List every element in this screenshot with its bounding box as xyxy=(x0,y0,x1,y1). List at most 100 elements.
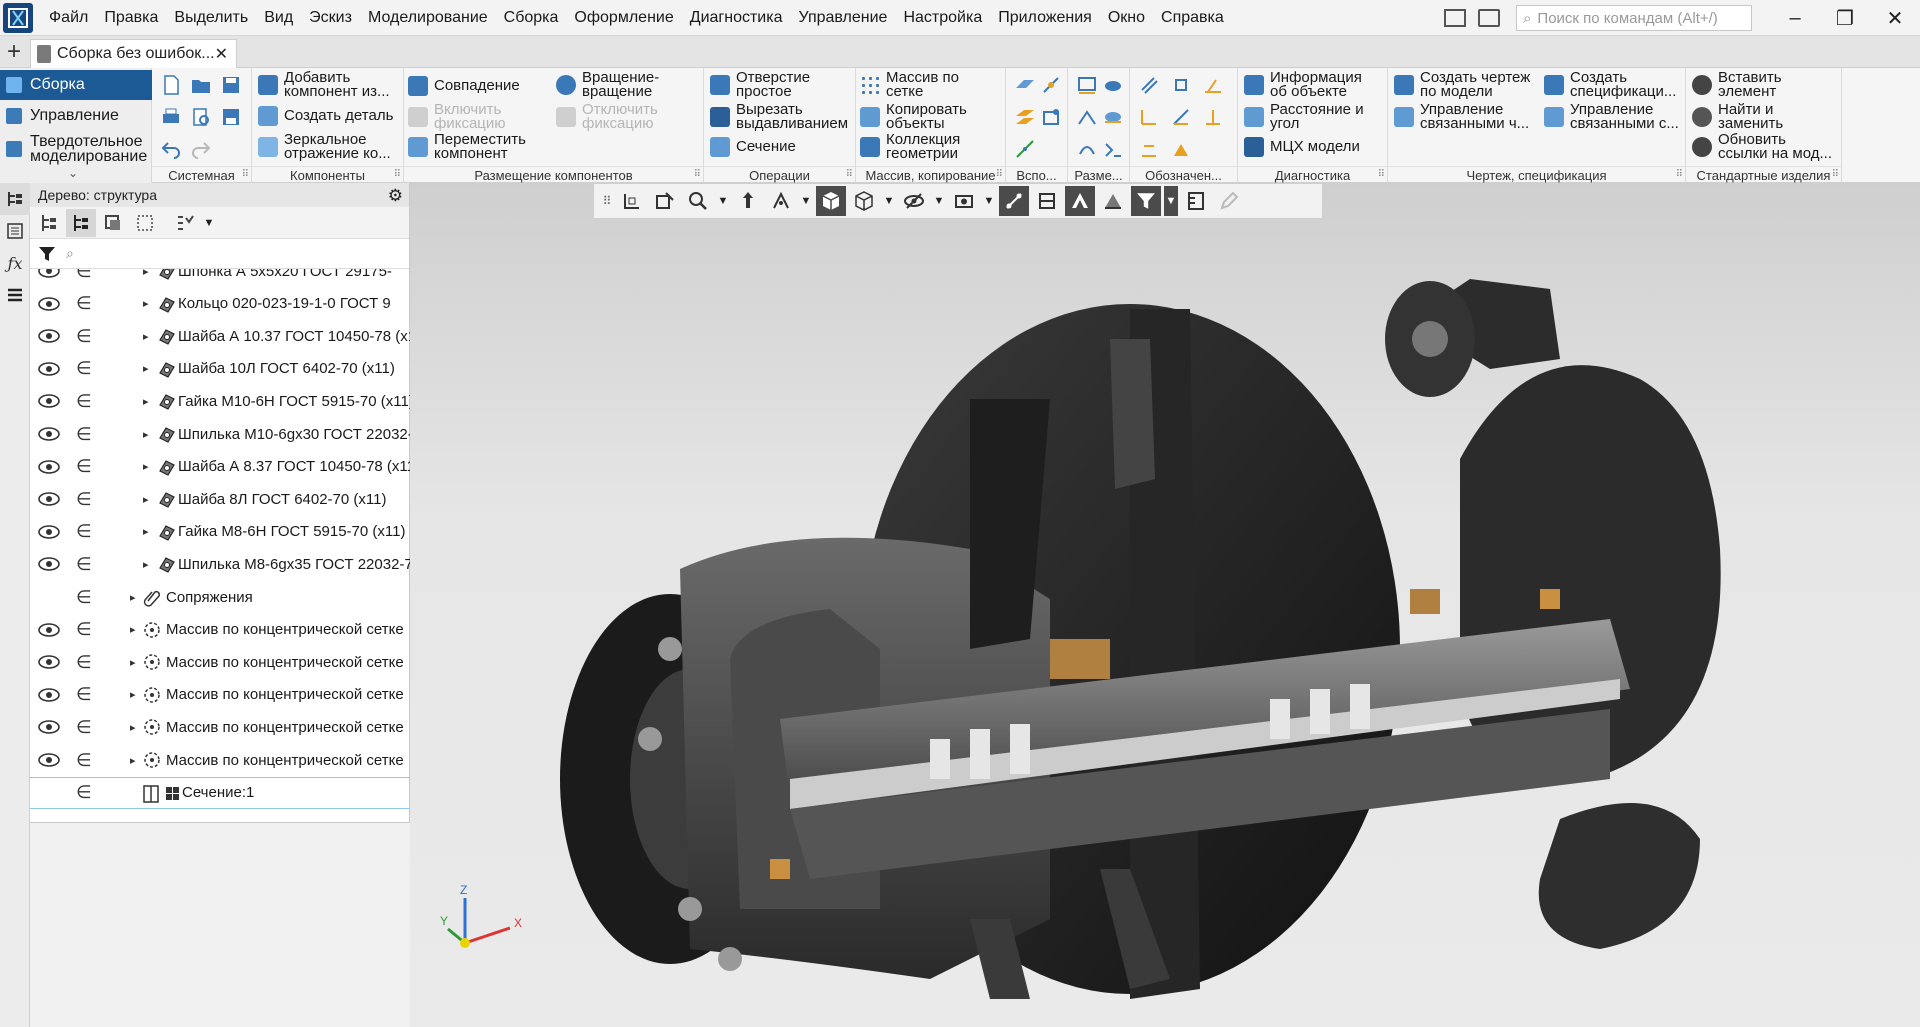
panel-grip-icon[interactable]: ⠿ xyxy=(394,169,401,180)
snap-objects-icon[interactable] xyxy=(999,186,1029,216)
menu-select[interactable]: Выделить xyxy=(166,0,256,36)
menu-management[interactable]: Управление xyxy=(791,0,896,36)
tree-select-icon[interactable] xyxy=(130,209,160,237)
chevron-down-icon[interactable]: ▼ xyxy=(1164,186,1178,216)
menu-applications[interactable]: Приложения xyxy=(990,0,1100,36)
aux-line-icon[interactable] xyxy=(1014,138,1036,160)
panel-layout-icon[interactable] xyxy=(1444,9,1466,27)
orientation-icon[interactable] xyxy=(617,186,647,216)
menu-modeling[interactable]: Моделирование xyxy=(360,0,496,36)
new-tab-button[interactable]: + xyxy=(0,36,28,68)
panel-grip-icon[interactable]: ⠿ xyxy=(1676,169,1683,180)
arc-dimension-icon[interactable] xyxy=(1076,138,1098,160)
eye-visibility-icon[interactable] xyxy=(38,492,60,506)
include-in-calc-icon[interactable]: ∈ xyxy=(76,391,92,412)
minimize-button[interactable]: – xyxy=(1770,0,1820,36)
rotate-view-icon[interactable] xyxy=(766,186,796,216)
weld-icon[interactable] xyxy=(1170,138,1192,160)
expand-arrow-icon[interactable]: ▸ xyxy=(143,525,149,538)
normal-to-icon[interactable] xyxy=(650,186,680,216)
mode-solid-modeling[interactable]: Твердотельное моделирование xyxy=(0,130,152,168)
eye-visibility-icon[interactable] xyxy=(38,329,60,343)
tree-row[interactable]: ∈ ▸ Массив по концентрической сетке xyxy=(30,679,410,711)
tree-row[interactable]: ∈ ▸ Массив по концентрической сетке xyxy=(30,614,410,646)
expand-arrow-icon[interactable]: ▸ xyxy=(130,591,136,604)
app-logo-icon[interactable] xyxy=(3,2,33,33)
create-drawing-button[interactable]: Создать чертеж по модели xyxy=(1394,70,1540,100)
eye-visibility-icon[interactable] xyxy=(38,524,60,539)
chevron-down-icon[interactable]: ▼ xyxy=(932,186,946,216)
base-designation-icon[interactable] xyxy=(1170,74,1192,96)
tree-row[interactable]: ∈ ▸ Шайба А 10.37 ГОСТ 10450-78 (х1 xyxy=(30,320,410,352)
chevron-down-icon[interactable]: ▼ xyxy=(982,186,996,216)
eye-visibility-icon[interactable] xyxy=(38,557,60,572)
tree-filter-mode-icon[interactable] xyxy=(170,209,200,237)
mark-icon[interactable] xyxy=(1138,138,1160,160)
insert-element-button[interactable]: Вставить элемент xyxy=(1692,70,1842,100)
expand-arrow-icon[interactable]: ▸ xyxy=(130,623,136,636)
tree-row[interactable]: ∈ ▸ Массив по концентрической сетке xyxy=(30,744,410,776)
copy-objects-button[interactable]: Копировать объекты xyxy=(860,102,1006,132)
3d-model-assembly[interactable] xyxy=(410,219,1920,1027)
chevron-down-icon[interactable]: ▼ xyxy=(202,209,216,237)
thread-designation-icon[interactable] xyxy=(1138,74,1160,96)
radial-dimension-icon[interactable] xyxy=(1102,74,1124,96)
tree-row[interactable]: ∈ ▸ Шайба А 8.37 ГОСТ 10450-78 (х11 xyxy=(30,451,410,483)
pan-icon[interactable] xyxy=(733,186,763,216)
mode-management[interactable]: Управление xyxy=(0,102,152,130)
expand-arrow-icon[interactable]: ▸ xyxy=(143,395,149,408)
eye-visibility-icon[interactable] xyxy=(38,269,60,278)
move-component-button[interactable]: Переместить компонент xyxy=(408,132,548,162)
find-replace-button[interactable]: Найти и заменить xyxy=(1692,102,1842,132)
menu-file[interactable]: Файл xyxy=(41,0,96,36)
cut-extrude-button[interactable]: Вырезать выдавливанием xyxy=(710,102,860,132)
include-in-calc-icon[interactable]: ∈ xyxy=(76,554,92,575)
filter-icon[interactable] xyxy=(38,245,56,263)
properties-panel-icon[interactable] xyxy=(0,215,30,247)
tree-structure-active-icon[interactable] xyxy=(66,208,96,237)
document-tab[interactable]: Сборка без ошибок... ✕ xyxy=(30,39,237,68)
auto-dimension-icon[interactable] xyxy=(1102,138,1124,160)
expand-arrow-icon[interactable]: ▸ xyxy=(143,362,149,375)
include-in-calc-icon[interactable]: ∈ xyxy=(76,587,92,608)
expand-arrow-icon[interactable]: ▸ xyxy=(143,558,149,571)
eye-visibility-icon[interactable] xyxy=(38,427,60,441)
preview-icon[interactable] xyxy=(190,106,212,128)
save-all-icon[interactable] xyxy=(220,106,242,128)
close-tab-icon[interactable]: ✕ xyxy=(215,44,228,64)
chevron-down-icon[interactable]: ▼ xyxy=(799,186,813,216)
menu-assembly[interactable]: Сборка xyxy=(496,0,567,36)
tree-search-icon[interactable]: ⌕ xyxy=(66,245,74,262)
expand-arrow-icon[interactable]: ▸ xyxy=(143,269,149,278)
restore-button[interactable]: ❐ xyxy=(1820,0,1870,36)
aux-plane-icon[interactable] xyxy=(1014,74,1036,96)
panel-grip-icon[interactable]: ⠿ xyxy=(996,169,1003,180)
menu-settings[interactable]: Настройка xyxy=(895,0,990,36)
eye-visibility-icon[interactable] xyxy=(38,720,60,735)
create-specification-button[interactable]: Создать спецификаци... xyxy=(1544,70,1686,100)
zoom-icon[interactable] xyxy=(683,186,713,216)
expand-arrow-icon[interactable]: ▸ xyxy=(130,656,136,669)
expand-arrow-icon[interactable]: ▸ xyxy=(143,330,149,343)
menu-help[interactable]: Справка xyxy=(1153,0,1232,36)
tree-row[interactable]: ∈ ▸ Гайка М10-6Н ГОСТ 5915-70 (х11) xyxy=(30,385,410,417)
tree-row[interactable]: ∈ ▸ Шпонка А 5х5х20 ГОСТ 29175- xyxy=(30,269,410,287)
menu-edit[interactable]: Правка xyxy=(96,0,166,36)
tree-row[interactable]: ∈ ▸ Кольцо 020-023-19-1-0 ГОСТ 9 xyxy=(30,288,410,320)
disable-fixation-button[interactable]: Отключить фиксацию xyxy=(556,102,696,132)
expand-arrow-icon[interactable]: ▸ xyxy=(130,721,136,734)
eye-visibility-icon[interactable] xyxy=(38,687,60,702)
include-in-calc-icon[interactable]: ∈ xyxy=(76,326,92,347)
tree-row[interactable]: ∈ ▸ Шпилька М8-6gх35 ГОСТ 22032-7 xyxy=(30,548,410,580)
expand-arrow-icon[interactable]: ▸ xyxy=(143,493,149,506)
aux-point-icon[interactable] xyxy=(1040,106,1062,128)
include-in-calc-icon[interactable]: ∈ xyxy=(76,619,92,640)
include-in-calc-icon[interactable]: ∈ xyxy=(76,652,92,673)
close-window-button[interactable]: ✕ xyxy=(1870,0,1920,36)
distance-angle-button[interactable]: Расстояние и угол xyxy=(1244,102,1388,132)
menu-design[interactable]: Оформление xyxy=(566,0,681,36)
object-info-button[interactable]: Информация об объекте xyxy=(1244,70,1388,100)
aux-axis-icon[interactable] xyxy=(1040,74,1062,96)
tree-components-icon[interactable] xyxy=(98,209,128,237)
grid-array-button[interactable]: Массив по сетке xyxy=(860,70,1006,100)
